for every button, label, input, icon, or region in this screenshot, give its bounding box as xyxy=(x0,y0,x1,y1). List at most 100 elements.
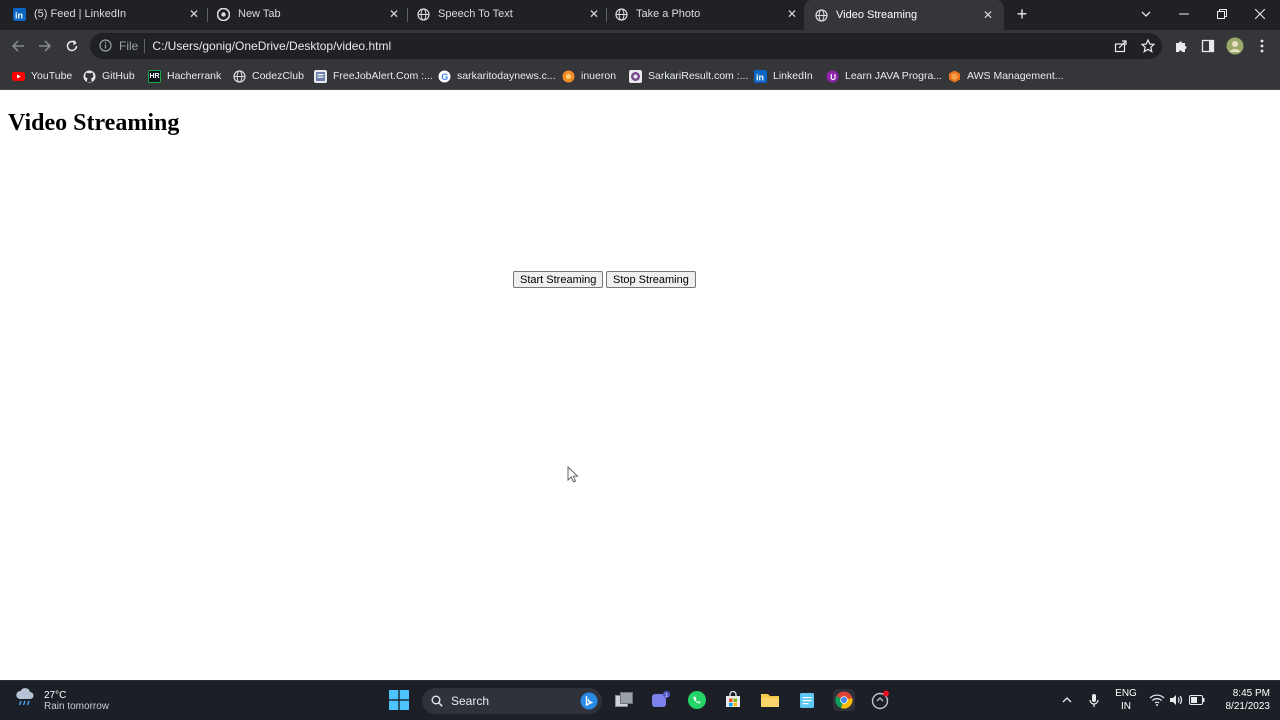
tab-separator xyxy=(606,8,607,22)
bookmark-label: inueron xyxy=(581,70,617,82)
bookmark-star-icon[interactable] xyxy=(1138,36,1158,56)
linkedin-icon: in xyxy=(754,69,767,83)
github-icon xyxy=(83,70,96,83)
url-divider xyxy=(144,39,146,53)
globe-icon xyxy=(614,7,628,21)
chevron-up-icon[interactable] xyxy=(1056,689,1078,711)
tab-separator xyxy=(407,8,408,22)
tab-title: Speech To Text xyxy=(438,8,513,20)
bookmark-label: SarkariResult.com :... xyxy=(648,70,749,82)
battery-icon[interactable] xyxy=(1186,689,1208,711)
svg-text:1: 1 xyxy=(665,693,668,699)
close-tab-icon[interactable]: ✕ xyxy=(980,7,996,23)
close-tab-icon[interactable]: ✕ xyxy=(586,6,602,22)
bookmark-label: Hacherrank xyxy=(167,70,222,82)
globe-icon xyxy=(416,7,430,21)
tab-separator xyxy=(207,8,208,22)
linkedin-icon: in xyxy=(12,7,26,21)
browser-toolbar: File C:/Users/gonig/OneDrive/Desktop/vid… xyxy=(0,30,1280,62)
svg-text:in: in xyxy=(15,10,23,20)
url-scheme-label: File xyxy=(119,39,139,53)
svg-text:U: U xyxy=(830,73,836,82)
sarkariresult-icon xyxy=(629,69,642,83)
file-explorer-icon[interactable] xyxy=(759,689,781,711)
notepad-icon[interactable] xyxy=(796,689,818,711)
back-icon[interactable] xyxy=(8,36,28,56)
tab-search-icon[interactable] xyxy=(1136,4,1156,24)
windows-start-icon[interactable] xyxy=(388,689,410,711)
close-tab-icon[interactable]: ✕ xyxy=(784,6,800,22)
reload-icon[interactable] xyxy=(62,36,82,56)
bookmark-linkedin[interactable]: in LinkedIn xyxy=(754,68,813,84)
tab-title: New Tab xyxy=(238,8,281,20)
close-tab-icon[interactable]: ✕ xyxy=(186,6,202,22)
tab-video-streaming[interactable]: Video Streaming ✕ xyxy=(804,0,1004,30)
minimize-icon[interactable] xyxy=(1174,4,1194,24)
microsoft-store-icon[interactable] xyxy=(722,689,744,711)
chrome-icon xyxy=(216,7,230,21)
youtube-icon xyxy=(12,70,25,83)
task-view-icon[interactable] xyxy=(613,689,635,711)
clock-date-text: 8/21/2023 xyxy=(1225,701,1271,712)
bookmark-label: GitHub xyxy=(102,70,135,82)
address-bar[interactable]: File C:/Users/gonig/OneDrive/Desktop/vid… xyxy=(90,33,1162,59)
bookmark-label: AWS Management... xyxy=(967,70,1064,82)
tab-linkedin[interactable]: in (5) Feed | LinkedIn ✕ xyxy=(12,0,202,28)
forward-icon[interactable] xyxy=(35,36,55,56)
bookmark-sarkaritodaynews[interactable]: G sarkaritodaynews.c... xyxy=(438,68,556,84)
bookmark-codezclub[interactable]: CodezClub xyxy=(233,68,304,84)
teams-chat-icon[interactable]: 1 xyxy=(650,689,672,711)
bookmarks-bar: YouTube GitHub HR Hacherrank CodezClub F… xyxy=(0,62,1280,90)
menu-kebab-icon[interactable] xyxy=(1252,36,1272,56)
bookmark-sarkariresult[interactable]: SarkariResult.com :... xyxy=(629,68,748,84)
tab-strip: in (5) Feed | LinkedIn ✕ New Tab ✕ Speec… xyxy=(0,0,1280,30)
whatsapp-icon[interactable] xyxy=(686,689,708,711)
tab-speech-to-text[interactable]: Speech To Text ✕ xyxy=(416,0,602,28)
bookmark-freejobalert[interactable]: FreeJobAlert.Com :... xyxy=(314,68,433,84)
svg-text:G: G xyxy=(441,72,448,82)
microphone-icon[interactable] xyxy=(1083,689,1105,711)
restore-icon[interactable] xyxy=(1212,4,1232,24)
bookmark-hackerrank[interactable]: HR Hacherrank xyxy=(148,68,221,84)
mouse-cursor-icon xyxy=(567,465,579,488)
svg-text:in: in xyxy=(756,72,764,82)
forecast-text: Rain tomorrow xyxy=(44,700,110,712)
start-streaming-button[interactable]: Start Streaming xyxy=(513,271,604,288)
bookmark-label: LinkedIn xyxy=(773,70,813,82)
bookmark-inueron[interactable]: inueron xyxy=(562,68,616,84)
bookmark-github[interactable]: GitHub xyxy=(83,68,135,84)
extensions-icon[interactable] xyxy=(1171,36,1191,56)
close-tab-icon[interactable]: ✕ xyxy=(386,6,402,22)
new-tab-button[interactable]: + xyxy=(1012,4,1032,24)
volume-icon[interactable] xyxy=(1165,689,1187,711)
tab-take-a-photo[interactable]: Take a Photo ✕ xyxy=(614,0,800,28)
tab-new-tab[interactable]: New Tab ✕ xyxy=(216,0,402,28)
taskbar-search[interactable]: Search xyxy=(422,688,602,714)
search-icon xyxy=(431,695,443,707)
bookmark-aws[interactable]: AWS Management... xyxy=(948,68,1063,84)
bookmark-learn-java[interactable]: U Learn JAVA Progra... xyxy=(826,68,942,84)
system-clock[interactable]: 8:45 PM 8/21/2023 xyxy=(1212,687,1271,713)
tab-title: (5) Feed | LinkedIn xyxy=(34,8,127,20)
aws-icon xyxy=(948,70,961,83)
temperature-text: 27°C xyxy=(44,689,67,701)
bookmark-youtube[interactable]: YouTube xyxy=(12,68,72,84)
side-panel-icon[interactable] xyxy=(1198,36,1218,56)
weather-widget[interactable]: 27°C Rain tomorrow xyxy=(14,687,109,714)
share-icon[interactable] xyxy=(1111,36,1131,56)
bookmark-label: FreeJobAlert.Com :... xyxy=(333,70,433,82)
stop-streaming-button[interactable]: Stop Streaming xyxy=(606,271,696,288)
bookmark-label: CodezClub xyxy=(252,70,304,82)
chrome-taskbar-icon[interactable] xyxy=(833,689,855,711)
tab-title: Take a Photo xyxy=(636,8,701,20)
url-text[interactable]: C:/Users/gonig/OneDrive/Desktop/video.ht… xyxy=(152,39,391,53)
close-window-icon[interactable] xyxy=(1250,4,1270,24)
language-indicator[interactable]: ENG IN xyxy=(1114,687,1138,713)
info-icon[interactable] xyxy=(99,39,113,53)
profile-avatar-icon[interactable] xyxy=(1225,36,1245,56)
java-icon: U xyxy=(826,70,839,83)
bing-icon xyxy=(580,692,598,710)
rain-cloud-icon xyxy=(14,687,36,714)
tab-title: Video Streaming xyxy=(836,9,918,21)
app-icon-red-badge[interactable] xyxy=(869,689,891,711)
